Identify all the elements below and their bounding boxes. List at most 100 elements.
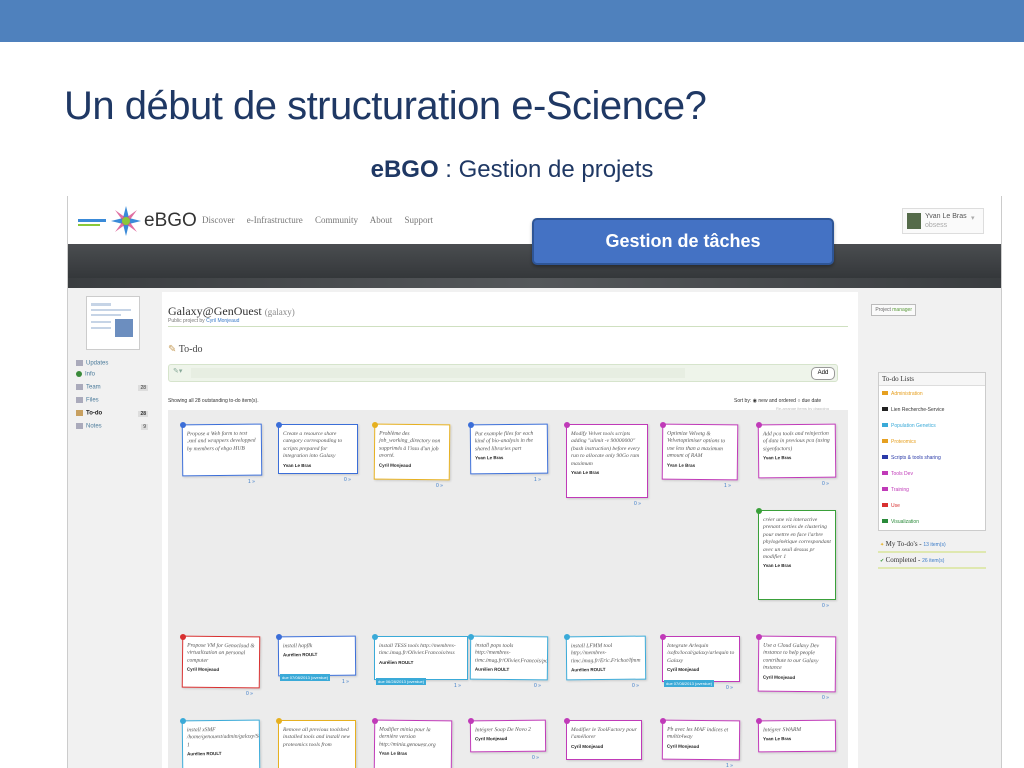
todo-list-item[interactable]: Scripts & tools sharing bbox=[879, 450, 985, 466]
todo-list-label: Visualization bbox=[891, 519, 919, 525]
todo-card[interactable]: Intégrer SWARM Yvan Le Bras bbox=[757, 719, 837, 753]
todo-list-item[interactable]: Population Genetics bbox=[879, 418, 985, 434]
list-select-icon[interactable]: ✎▾ bbox=[173, 367, 182, 375]
user-menu[interactable]: Yvan Le Bras obsess ▾ bbox=[902, 208, 984, 234]
todo-card[interactable]: Intégrer Soap De Novo 2 Cyril Monjeaud bbox=[469, 719, 547, 753]
comment-count-link[interactable]: 1 » bbox=[342, 679, 349, 685]
comment-count-link[interactable]: 1 » bbox=[454, 683, 461, 689]
notes-icon bbox=[76, 423, 83, 429]
todo-card[interactable]: install TESS tools http://membres-timc.i… bbox=[374, 636, 468, 680]
comment-count-link[interactable]: 0 » bbox=[532, 755, 539, 761]
todo-card[interactable]: Propose VM for Genocloud & virtualizatio… bbox=[181, 635, 261, 689]
todo-card[interactable]: Problème des job_working_directory non s… bbox=[373, 423, 451, 481]
todo-card[interactable]: Optimize Velvetg & Velvetoptimiser optio… bbox=[661, 423, 739, 481]
due-badge: due 07/08/2013 (overdue) bbox=[280, 674, 331, 682]
nav-support[interactable]: Support bbox=[405, 215, 434, 225]
comment-count-link[interactable]: 1 » bbox=[534, 477, 541, 483]
comment-count-link[interactable]: 1 » bbox=[724, 483, 731, 489]
nav-community[interactable]: Community bbox=[315, 215, 358, 225]
todo-card[interactable]: Pb avec les MAF indices et multiz4way Cyr… bbox=[661, 719, 741, 761]
nav-about[interactable]: About bbox=[370, 215, 393, 225]
todo-list-item[interactable]: Tools Dev bbox=[879, 466, 985, 482]
comment-count-link[interactable]: 0 » bbox=[726, 685, 733, 691]
pin-icon bbox=[660, 718, 666, 724]
todo-assignee: Yvan Le Bras bbox=[763, 736, 792, 742]
files-icon bbox=[76, 397, 83, 403]
todo-list-label: Scripts & tools sharing bbox=[891, 455, 941, 461]
sort-due-radio[interactable]: ○ bbox=[797, 398, 800, 404]
todo-list-item[interactable]: Visualization bbox=[879, 514, 985, 530]
todo-list-label: Lien Recherche-Service bbox=[891, 407, 945, 413]
todo-list-item[interactable]: Proteomics bbox=[879, 434, 985, 450]
todo-card[interactable]: Modifier minia pour la dernière version … bbox=[373, 719, 453, 768]
sidebar-item-team[interactable]: Team 28 bbox=[76, 384, 150, 395]
todo-card[interactable]: Remove all previous toolshed installed t… bbox=[278, 720, 356, 768]
todo-text: Propose VM for Genocloud & virtualizatio… bbox=[186, 642, 255, 664]
sidebar-item-todo[interactable]: To-do 28 bbox=[76, 410, 150, 421]
todo-assignee: Cyril Monjeaud bbox=[378, 462, 412, 468]
comment-count-link[interactable]: 0 » bbox=[822, 481, 829, 487]
todo-list-item[interactable]: Training bbox=[879, 482, 985, 498]
add-button[interactable]: Add bbox=[811, 367, 835, 380]
todo-input[interactable] bbox=[191, 368, 685, 378]
todo-assignee: Yvan Le Bras bbox=[571, 470, 600, 476]
todo-list-item[interactable]: Use bbox=[879, 498, 985, 514]
notes-count: 9 bbox=[141, 424, 148, 430]
todo-card[interactable]: Put example files for each kind of bio-a… bbox=[469, 423, 549, 475]
slide-title: Un début de structuration e-Science? bbox=[64, 84, 707, 128]
comment-count-link[interactable]: 0 » bbox=[632, 683, 639, 689]
pin-icon bbox=[180, 718, 186, 724]
my-todos[interactable]: ✦ My To-do's - 13 item(s) bbox=[878, 537, 986, 553]
todo-card[interactable]: install xSMF /home/genouest/admin/galaxy… bbox=[181, 719, 261, 768]
completed-todos[interactable]: ✔ Completed - 26 item(s) bbox=[878, 553, 986, 569]
gestion-taches-callout: Gestion de tâches bbox=[532, 218, 834, 265]
todo-card[interactable]: créer une viz interactive prenant sortie… bbox=[758, 510, 836, 600]
todo-list-item[interactable]: Administration bbox=[879, 386, 985, 402]
sidebar-item-updates[interactable]: Updates bbox=[76, 360, 150, 371]
pin-icon bbox=[276, 634, 282, 640]
comment-count-link[interactable]: 1 » bbox=[248, 479, 255, 485]
comment-count-link[interactable]: 0 » bbox=[246, 691, 253, 697]
pin-icon bbox=[276, 718, 282, 724]
team-count: 28 bbox=[138, 385, 148, 391]
todo-card[interactable]: Propose a Web form to test .xml and wrap… bbox=[181, 423, 263, 477]
todo-card[interactable]: Use a Cloud Galaxy Dev instance to help … bbox=[757, 635, 837, 693]
owner-link[interactable]: Cyril Monjeaud bbox=[206, 318, 239, 324]
pin-icon bbox=[882, 407, 888, 411]
todo-card[interactable]: Modifier le ToolFactory pour l'améliorer… bbox=[566, 720, 642, 760]
comment-count-link[interactable]: 1 » bbox=[726, 763, 733, 768]
nav-e-infrastructure[interactable]: e-Infrastructure bbox=[247, 215, 303, 225]
sidebar-item-info[interactable]: Info bbox=[76, 371, 150, 382]
user-link[interactable]: obsess bbox=[925, 222, 947, 229]
comment-count-link[interactable]: 0 » bbox=[822, 603, 829, 609]
todo-list-label: Administration bbox=[891, 391, 923, 397]
todo-text: Problème des job_working_directory non s… bbox=[378, 430, 441, 460]
todo-assignee: Aurélien ROULT bbox=[187, 751, 222, 757]
comment-count-link[interactable]: 0 » bbox=[436, 483, 443, 489]
todo-card[interactable]: Modify Velvet tools scripts adding "ulim… bbox=[566, 424, 648, 498]
todo-assignee: Aurélien ROULT bbox=[379, 659, 414, 665]
sidebar-item-files[interactable]: Files bbox=[76, 397, 150, 408]
comment-count-link[interactable]: 0 » bbox=[634, 501, 641, 507]
todo-assignee: Yvan Le Bras bbox=[378, 750, 408, 757]
nav-discover[interactable]: Discover bbox=[202, 215, 235, 225]
pin-icon bbox=[180, 422, 186, 428]
chevron-down-icon[interactable]: ▾ bbox=[971, 214, 975, 222]
main-nav: Discover e-Infrastructure Community Abou… bbox=[202, 215, 443, 225]
todo-list-label: Tools Dev bbox=[891, 471, 913, 477]
todo-card[interactable]: Add pca tools and reinjection of data in… bbox=[757, 423, 837, 479]
comment-count-link[interactable]: 0 » bbox=[534, 683, 541, 689]
comment-count-link[interactable]: 0 » bbox=[344, 477, 351, 483]
sidebar-item-notes[interactable]: Notes 9 bbox=[76, 423, 150, 434]
todo-list-item[interactable]: Lien Recherche-Service bbox=[879, 402, 985, 418]
todo-card[interactable]: install LFMM tool http://membres-timc.im… bbox=[565, 635, 647, 681]
sort-new-radio[interactable]: ◉ bbox=[753, 398, 757, 404]
todo-card[interactable]: install pops tools http://membres-timc.i… bbox=[469, 635, 549, 681]
project-owner-line: Public project by Cyril Monjeaud bbox=[168, 318, 240, 324]
todo-card[interactable]: Integrate Arlequin /softs/local/galaxy/a… bbox=[662, 636, 740, 682]
project-thumbnail[interactable] bbox=[86, 296, 140, 350]
todo-card[interactable]: install hapflk Aurélien ROULT bbox=[277, 635, 357, 677]
app-brand[interactable]: eBGO bbox=[144, 210, 197, 232]
todo-card[interactable]: Create a resource share category corresp… bbox=[278, 424, 358, 474]
comment-count-link[interactable]: 0 » bbox=[822, 695, 829, 701]
